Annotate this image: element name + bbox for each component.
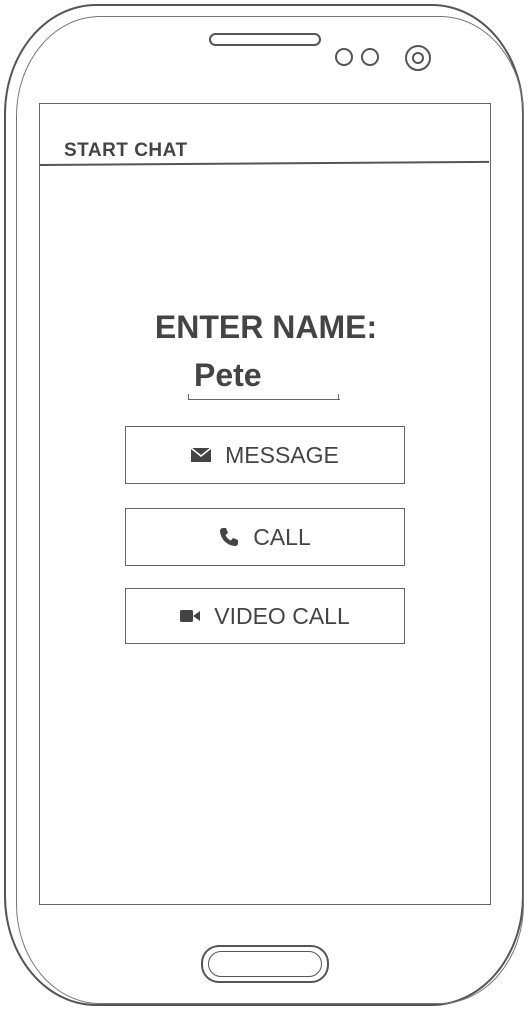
envelope-icon (191, 448, 212, 462)
proximity-sensor (335, 48, 353, 66)
input-cap-right (338, 394, 339, 400)
input-cap-left (188, 394, 189, 400)
name-input[interactable] (188, 352, 340, 400)
call-button[interactable]: CALL (125, 508, 405, 566)
front-camera (405, 45, 431, 71)
page-title: START CHAT (64, 140, 188, 161)
speaker-grille (209, 33, 321, 46)
video-call-button[interactable]: VIDEO CALL (125, 588, 405, 644)
phone-icon (219, 527, 239, 547)
message-button[interactable]: MESSAGE (125, 426, 405, 484)
phone-screen: START CHAT ENTER NAME: MESSAGE CALL VI (39, 103, 491, 905)
video-call-button-label: VIDEO CALL (214, 602, 350, 629)
call-button-label: CALL (253, 523, 311, 550)
light-sensor (361, 48, 379, 66)
enter-name-label: ENTER NAME: (154, 309, 378, 345)
video-camera-icon (180, 610, 201, 622)
message-button-label: MESSAGE (225, 441, 339, 468)
home-button[interactable] (201, 945, 329, 983)
